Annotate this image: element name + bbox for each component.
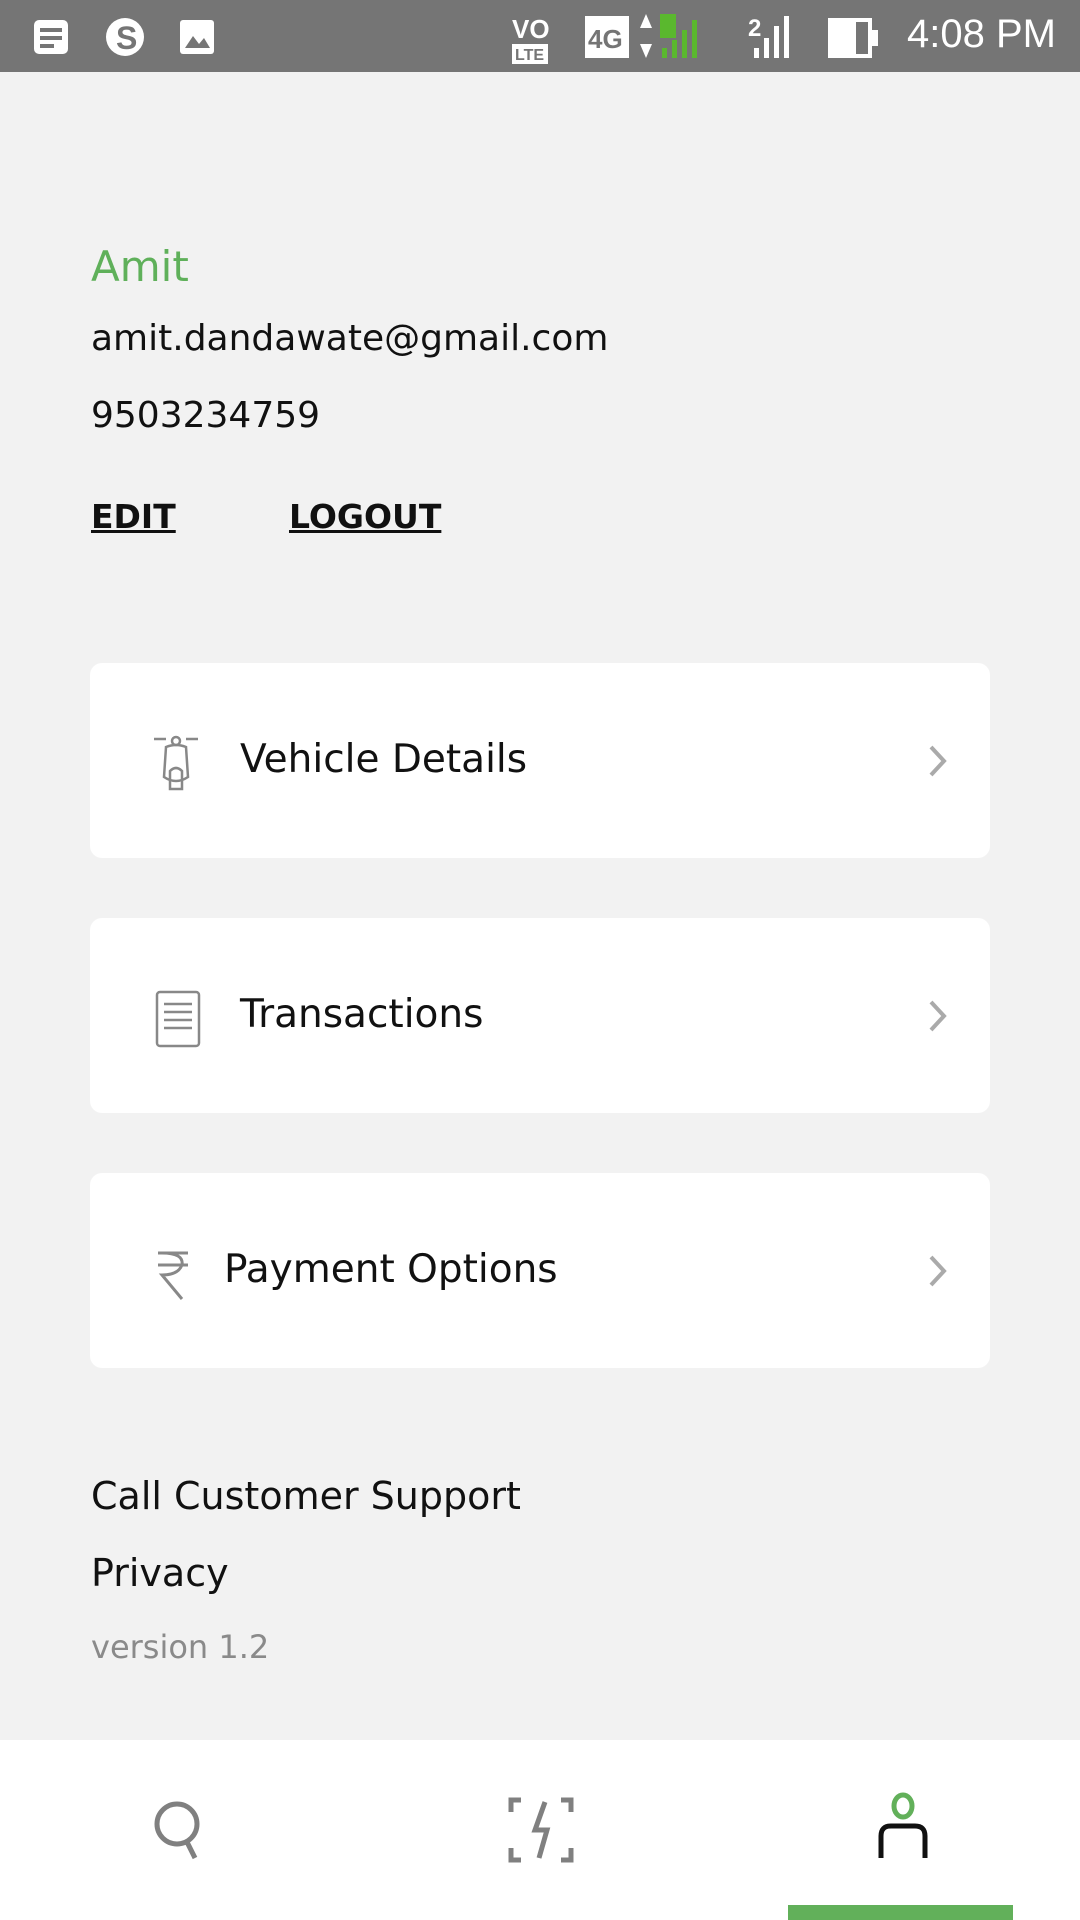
bottom-nav	[0, 1740, 1080, 1920]
chevron-right-icon	[929, 1255, 947, 1287]
chevron-right-icon	[929, 745, 947, 777]
menu-item-vehicle-details[interactable]: Vehicle Details	[90, 663, 990, 858]
menu-item-label: Transactions	[240, 992, 484, 1037]
svg-text:2: 2	[748, 15, 761, 42]
signal-icons: VO LTE 4G 2	[512, 14, 878, 64]
rupee-icon	[158, 1251, 188, 1300]
nav-profile-icon[interactable]	[863, 1790, 943, 1870]
svg-text:4G: 4G	[588, 24, 623, 54]
profile-name: Amit	[91, 242, 189, 291]
document-icon	[155, 990, 201, 1048]
call-customer-support-link[interactable]: Call Customer Support	[91, 1474, 521, 1518]
menu-item-transactions[interactable]: Transactions	[90, 918, 990, 1113]
svg-text:S: S	[116, 20, 137, 56]
logout-button[interactable]: LOGOUT	[289, 497, 441, 536]
scooter-icon	[154, 735, 198, 791]
menu-item-payment-options[interactable]: Payment Options	[90, 1173, 990, 1368]
profile-email: amit.dandawate@gmail.com	[91, 318, 609, 359]
image-icon	[180, 20, 214, 54]
svg-text:LTE: LTE	[515, 47, 544, 64]
active-tab-indicator	[788, 1905, 1013, 1920]
edit-button[interactable]: EDIT	[91, 497, 176, 536]
notification-icons: S	[34, 18, 144, 56]
profile-phone: 9503234759	[91, 395, 321, 436]
privacy-link[interactable]: Privacy	[91, 1551, 229, 1595]
clock: 4:08 PM	[907, 12, 1056, 56]
menu-item-label: Payment Options	[224, 1247, 558, 1292]
svg-text:VO: VO	[512, 14, 550, 44]
nav-search-icon[interactable]	[141, 1790, 221, 1870]
chevron-right-icon	[929, 1000, 947, 1032]
menu-item-label: Vehicle Details	[240, 737, 528, 782]
status-bar: S VO LTE 4G 2 4:08 PM	[0, 0, 1080, 72]
version-label: version 1.2	[91, 1628, 270, 1666]
nav-scan-icon[interactable]	[501, 1790, 581, 1870]
